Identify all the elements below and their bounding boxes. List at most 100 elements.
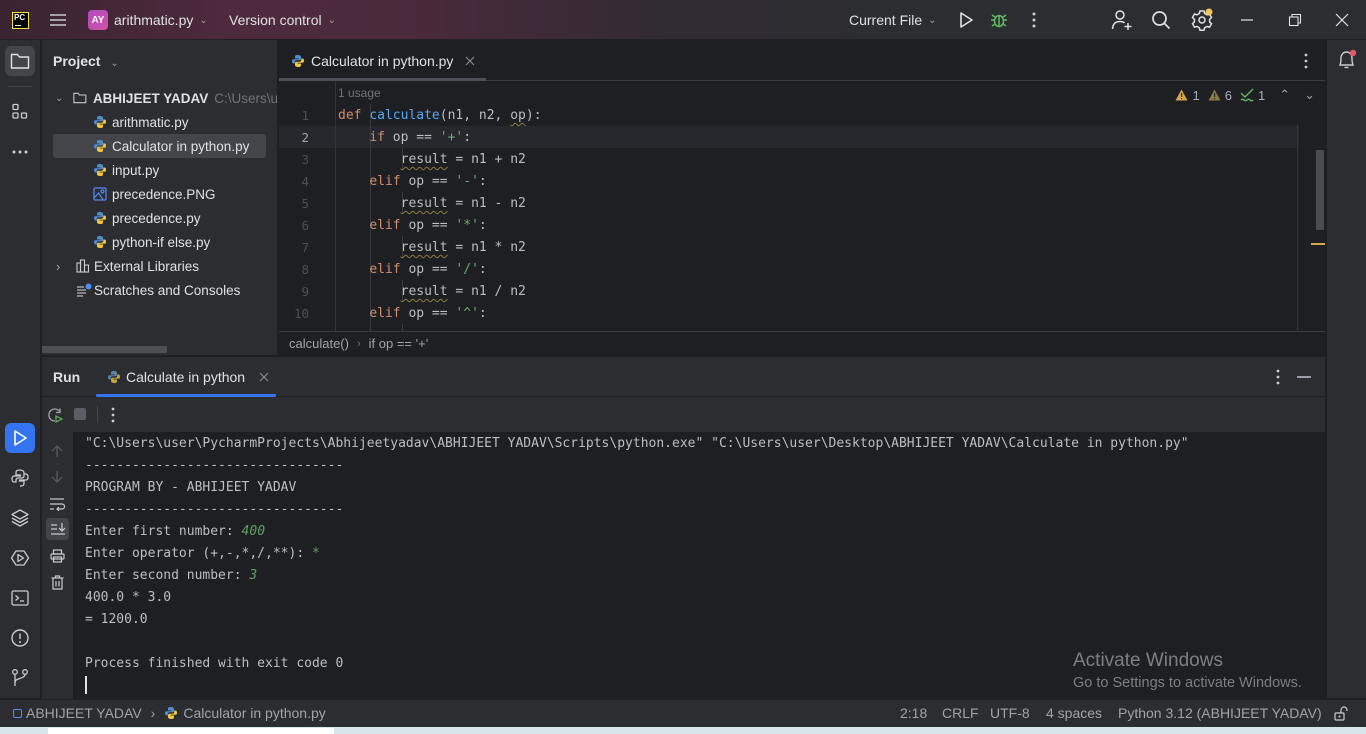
pycharm-logo-icon[interactable]: PC [12, 12, 29, 29]
indent-setting[interactable]: 4 spaces [1046, 705, 1102, 721]
python-file-icon [291, 54, 305, 68]
trash-icon [51, 575, 64, 590]
run-button[interactable] [957, 0, 975, 40]
clear-all-button[interactable] [51, 575, 64, 590]
settings-button[interactable] [1190, 0, 1214, 40]
right-tool-strip [1326, 40, 1366, 698]
main-menu-button[interactable] [49, 0, 67, 40]
tree-external-libraries[interactable]: › External Libraries [42, 254, 277, 278]
next-highlight-icon[interactable]: ⌄ [1304, 87, 1315, 103]
status-file[interactable]: Calculator in python.py [183, 705, 325, 721]
scroll-down-button[interactable] [50, 470, 64, 484]
project-view-selector[interactable]: Project ⌄ [53, 53, 119, 69]
code-area[interactable]: 1 usage 1 2 3 4 5 6 7 8 9 10 def calcula… [279, 82, 1325, 331]
breadcrumb-item[interactable]: if op == '+' [369, 336, 429, 351]
soft-wrap-button[interactable] [49, 497, 65, 511]
code-with-me-button[interactable] [1111, 0, 1133, 40]
run-config-selector[interactable]: Current File ⌄ [849, 0, 937, 40]
console-line: Enter second number: 3 [85, 568, 258, 583]
services-button[interactable] [5, 543, 35, 573]
structure-tool-button[interactable] [5, 97, 35, 127]
minimize-button[interactable] [1240, 0, 1254, 40]
menu-icon [50, 14, 66, 26]
tree-file-item[interactable]: precedence.PNG [42, 182, 277, 206]
problems-button[interactable] [5, 623, 35, 653]
breadcrumb-item[interactable]: calculate() [289, 336, 349, 351]
vertical-scrollbar[interactable] [1316, 150, 1324, 230]
tree-root-folder[interactable]: ⌄ ABHIJEET YADAV C:\Users\u [42, 86, 277, 110]
python-file-icon [107, 370, 121, 384]
line-number: 1 [301, 108, 309, 123]
usage-hint[interactable]: 1 usage [338, 86, 381, 100]
editor-more-button[interactable] [1300, 52, 1312, 70]
scroll-up-button[interactable] [50, 444, 64, 458]
git-button[interactable] [5, 663, 35, 693]
restore-button[interactable] [1288, 0, 1302, 40]
search-everywhere-button[interactable] [1151, 0, 1171, 40]
read-only-toggle[interactable] [1334, 706, 1348, 721]
arrow-up-icon [51, 445, 63, 457]
title-bar: PC AY arithmatic.py ⌄ Version control ⌄ … [0, 0, 1366, 40]
run-tab[interactable]: Calculate in python [95, 357, 276, 397]
warning-marker[interactable] [1311, 243, 1325, 245]
close-run-tab-button[interactable] [259, 372, 269, 382]
stop-button[interactable] [74, 408, 86, 420]
more-tools-button[interactable] [5, 137, 35, 167]
run-config-label: Current File [849, 12, 923, 28]
tree-scratches[interactable]: Scratches and Consoles [42, 278, 277, 302]
problems-icon [11, 629, 29, 647]
run-tool-button[interactable] [5, 423, 35, 453]
console-line: --------------------------------- [85, 458, 344, 473]
more-actions-button[interactable] [1028, 0, 1040, 40]
inspection-widget[interactable]: 1 6 1 ⌃ ⌄ [1175, 87, 1315, 103]
chevron-right-icon: › [356, 337, 361, 350]
run-icon [14, 430, 27, 446]
line-separator[interactable]: CRLF [942, 705, 979, 721]
close-tab-button[interactable] [465, 56, 475, 66]
python-console-button[interactable] [5, 463, 35, 493]
line-number: 3 [301, 152, 309, 167]
console-output[interactable]: "C:\Users\user\PycharmProjects\Abhijeety… [73, 432, 1325, 699]
status-project[interactable]: ABHIJEET YADAV [26, 705, 142, 721]
debug-button[interactable] [990, 0, 1008, 40]
line-number: 8 [301, 262, 309, 277]
scroll-track [1297, 124, 1298, 331]
tree-file-item[interactable]: precedence.py [42, 206, 277, 230]
run-panel-options-button[interactable] [1272, 368, 1284, 386]
chevron-down-icon: ⌄ [110, 58, 119, 69]
tree-file-item[interactable]: python-if else.py [42, 230, 277, 254]
caret-position[interactable]: 2:18 [900, 705, 927, 721]
editor-tab[interactable]: Calculator in python.py [279, 40, 487, 81]
close-icon [1335, 13, 1349, 27]
library-icon [76, 259, 90, 273]
code-line: elif op == '*': [369, 218, 487, 233]
rerun-button[interactable] [47, 407, 63, 423]
file-encoding[interactable]: UTF-8 [990, 705, 1030, 721]
arrow-down-icon [51, 471, 63, 483]
print-button[interactable] [50, 549, 65, 563]
line-number: 9 [301, 284, 309, 299]
tree-file-item[interactable]: input.py [42, 158, 277, 182]
python-packages-button[interactable] [5, 503, 35, 533]
run-more-button[interactable] [107, 406, 119, 424]
notifications-button[interactable] [1336, 49, 1358, 71]
scroll-to-end-button[interactable] [46, 518, 69, 540]
minimize-icon [1297, 376, 1311, 378]
gutter-separator [335, 82, 336, 331]
line-number: 10 [293, 306, 309, 321]
horizontal-scrollbar[interactable] [42, 346, 167, 353]
tree-file-item-selected[interactable]: Calculator in python.py [42, 134, 277, 158]
root-folder-name: ABHIJEET YADAV [92, 90, 209, 106]
version-control-menu[interactable]: Version control ⌄ [229, 0, 336, 40]
project-selector[interactable]: AY arithmatic.py ⌄ [88, 0, 208, 40]
previous-highlight-icon[interactable]: ⌃ [1279, 87, 1290, 103]
terminal-button[interactable] [5, 583, 35, 613]
tree-file-item[interactable]: arithmatic.py [42, 110, 277, 134]
python-interpreter[interactable]: Python 3.12 (ABHIJEET YADAV) [1118, 705, 1322, 721]
project-tool-button[interactable] [5, 46, 35, 76]
close-window-button[interactable] [1335, 0, 1349, 40]
hide-panel-button[interactable] [1297, 375, 1311, 379]
run-panel: Run Calculate in python "C:\Users\user\P… [42, 356, 1325, 699]
terminal-icon [11, 590, 29, 606]
search-icon [1152, 11, 1171, 30]
